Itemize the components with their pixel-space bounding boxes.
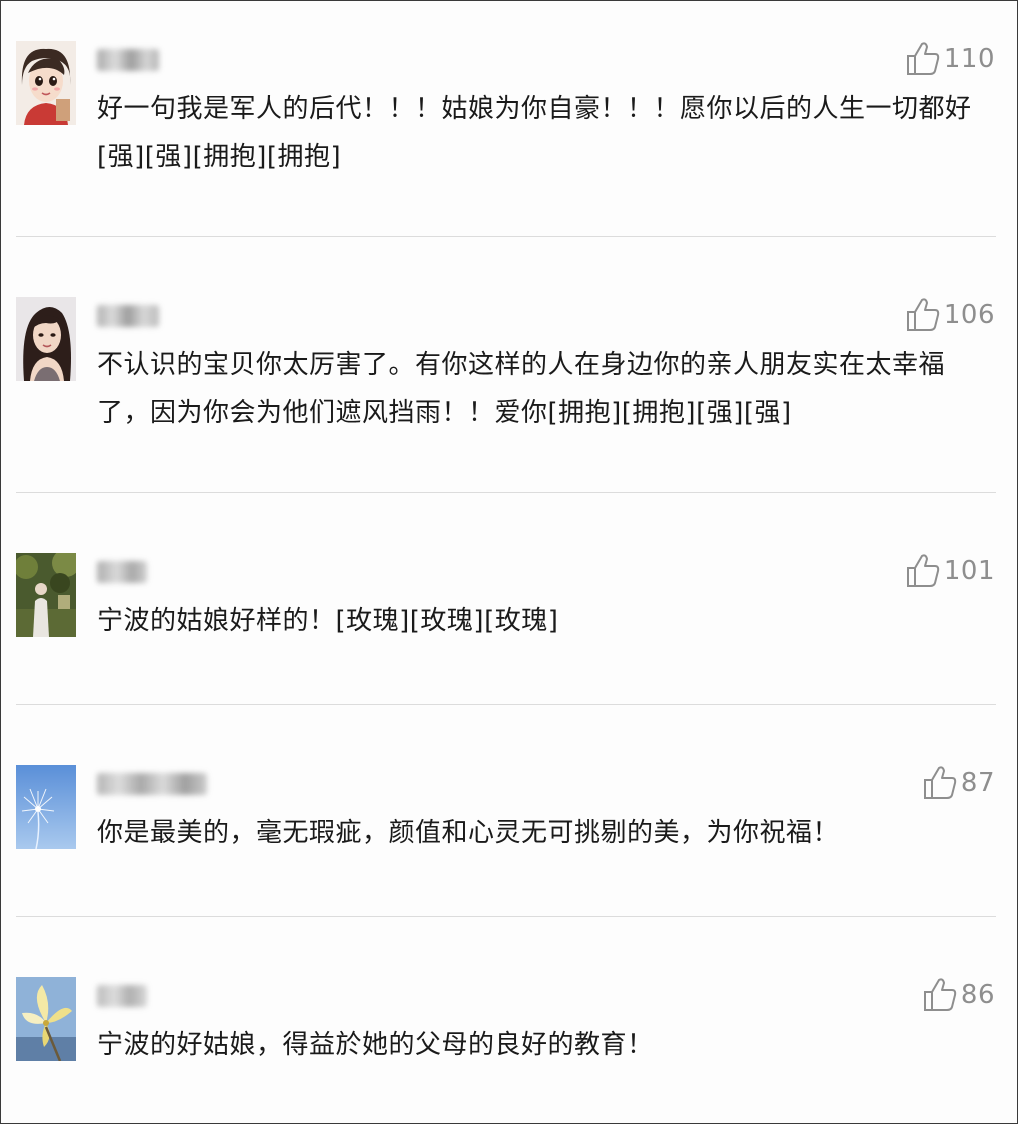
username-blurred[interactable] <box>97 985 147 1007</box>
username-blurred[interactable] <box>97 561 147 583</box>
username-blurred[interactable] <box>97 305 159 327</box>
comment-item: 106 不认识的宝贝你太厉害了。有你这样的人在身边你的亲人朋友实在太幸福了，因为… <box>1 237 1017 493</box>
thumbs-up-icon <box>906 298 940 331</box>
comment-list: 110 好一句我是军人的后代！！！姑娘为你自豪！！！愿你以后的人生一切都好[强]… <box>0 0 1018 1124</box>
avatar[interactable] <box>16 553 76 637</box>
avatar[interactable] <box>16 977 76 1061</box>
comment-item: 87 你是最美的，毫无瑕疵，颜值和心灵无可挑剔的美，为你祝福！ <box>1 705 1017 917</box>
avatar[interactable] <box>16 41 76 125</box>
comment-text: 不认识的宝贝你太厉害了。有你这样的人在身边你的亲人朋友实在太幸福了，因为你会为他… <box>97 350 946 428</box>
like-count: 110 <box>943 44 995 74</box>
comment-item: 86 宁波的好姑娘，得益於她的父母的良好的教育！ <box>1 917 1017 1123</box>
username-blurred[interactable] <box>97 49 159 71</box>
comment-item: 101 宁波的姑娘好样的！[玫瑰][玫瑰][玫瑰] <box>1 493 1017 705</box>
thumbs-up-icon <box>906 42 940 75</box>
like-button[interactable]: 110 <box>906 39 995 79</box>
thumbs-up-icon <box>923 978 957 1011</box>
username-blurred[interactable] <box>97 773 207 795</box>
like-count: 106 <box>943 300 995 330</box>
like-count: 87 <box>960 768 995 798</box>
avatar[interactable] <box>16 765 76 849</box>
comment-text: 宁波的好姑娘，得益於她的父母的良好的教育！ <box>97 1030 654 1060</box>
like-count: 86 <box>960 980 995 1010</box>
comment-item: 110 好一句我是军人的后代！！！姑娘为你自豪！！！愿你以后的人生一切都好[强]… <box>1 1 1017 237</box>
like-count: 101 <box>943 556 995 586</box>
like-button[interactable]: 106 <box>906 295 995 335</box>
thumbs-up-icon <box>906 554 940 587</box>
thumbs-up-icon <box>923 766 957 799</box>
comment-text: 宁波的姑娘好样的！[玫瑰][玫瑰][玫瑰] <box>97 606 559 636</box>
like-button[interactable]: 86 <box>923 975 995 1015</box>
avatar[interactable] <box>16 297 76 381</box>
comment-text: 好一句我是军人的后代！！！姑娘为你自豪！！！愿你以后的人生一切都好[强][强][… <box>97 94 972 172</box>
like-button[interactable]: 101 <box>906 551 995 591</box>
like-button[interactable]: 87 <box>923 763 995 803</box>
comment-text: 你是最美的，毫无瑕疵，颜值和心灵无可挑剔的美，为你祝福！ <box>97 818 840 848</box>
